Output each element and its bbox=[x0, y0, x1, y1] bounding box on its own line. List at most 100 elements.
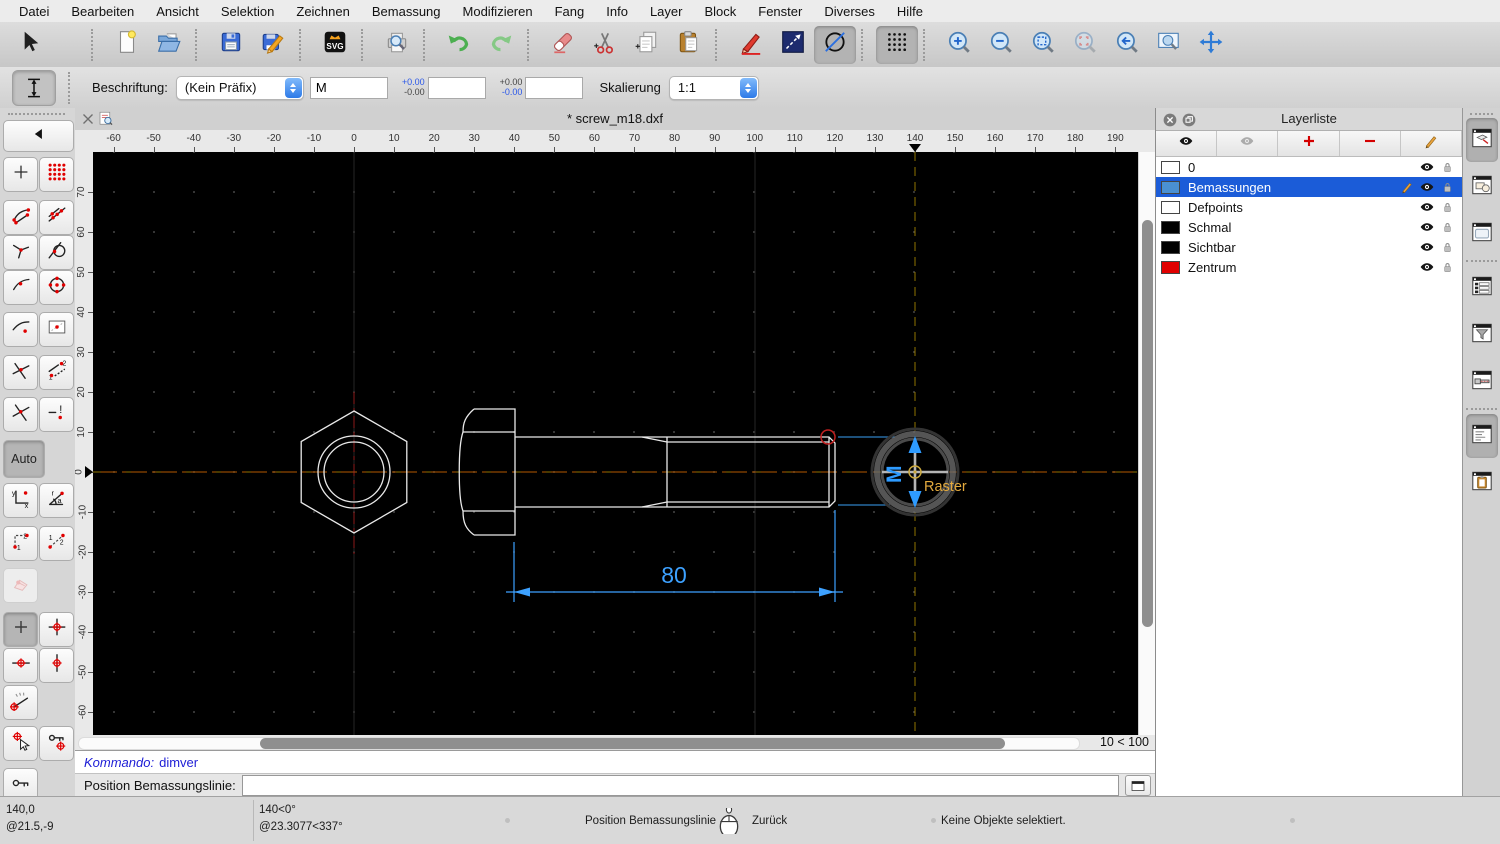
menu-info[interactable]: Info bbox=[595, 4, 639, 19]
lock-relative-zero-button[interactable] bbox=[39, 726, 74, 761]
zoom-out-button[interactable] bbox=[980, 26, 1022, 64]
menu-datei[interactable]: Datei bbox=[8, 4, 60, 19]
selection-arrow-button[interactable] bbox=[8, 26, 50, 64]
set-relative-zero-button[interactable] bbox=[3, 726, 38, 761]
dimension-text-input[interactable] bbox=[309, 76, 388, 99]
remove-layer-button[interactable] bbox=[1340, 131, 1401, 156]
layer-row[interactable]: Defpoints bbox=[1156, 197, 1462, 217]
snap-intersection-manual-button[interactable]: 12 bbox=[39, 355, 74, 390]
layer-row[interactable]: 0 bbox=[1156, 157, 1462, 177]
library-browser-panel-toggle-button[interactable] bbox=[1466, 360, 1498, 404]
save-button[interactable] bbox=[210, 26, 252, 64]
layer-lock-icon[interactable] bbox=[1437, 220, 1457, 235]
paste-button[interactable] bbox=[668, 26, 710, 64]
layer-color-swatch[interactable] bbox=[1161, 240, 1180, 254]
restrict-none-button[interactable] bbox=[3, 612, 38, 647]
restrict-horizontal-button[interactable] bbox=[3, 648, 38, 683]
menu-zeichnen[interactable]: Zeichnen bbox=[285, 4, 360, 19]
layer-lock-icon[interactable] bbox=[1437, 200, 1457, 215]
command-input[interactable] bbox=[241, 775, 1119, 796]
zoom-window-button[interactable] bbox=[1148, 26, 1190, 64]
snap-grid-button[interactable] bbox=[39, 157, 74, 192]
new-file-button[interactable] bbox=[106, 26, 148, 64]
layer-color-swatch[interactable] bbox=[1161, 200, 1180, 214]
prefix-select[interactable]: (Kein Präfix) bbox=[175, 75, 304, 100]
scale-select[interactable]: 1:1 bbox=[668, 75, 759, 100]
snap-reference-button[interactable] bbox=[39, 312, 74, 347]
layer-list-panel-toggle-button[interactable] bbox=[1465, 118, 1498, 162]
menu-diverses[interactable]: Diverses bbox=[813, 4, 886, 19]
eraser-button[interactable] bbox=[542, 26, 584, 64]
snap-endpoints-button[interactable] bbox=[3, 200, 38, 235]
layer-visibility-icon[interactable] bbox=[1417, 259, 1437, 275]
cut-button[interactable] bbox=[584, 26, 626, 64]
layer-visibility-icon[interactable] bbox=[1417, 219, 1437, 235]
menu-hilfe[interactable]: Hilfe bbox=[886, 4, 934, 19]
menu-bearbeiten[interactable]: Bearbeiten bbox=[60, 4, 145, 19]
menu-selektion[interactable]: Selektion bbox=[210, 4, 285, 19]
layer-row[interactable]: Sichtbar bbox=[1156, 237, 1462, 257]
layer-color-swatch[interactable] bbox=[1161, 220, 1180, 234]
open-file-button[interactable] bbox=[148, 26, 190, 64]
hide-all-layers-button[interactable] bbox=[1217, 131, 1279, 156]
restrict-vertical-button[interactable] bbox=[39, 648, 74, 683]
snap-distance-button[interactable] bbox=[3, 312, 38, 347]
layer-lock-icon[interactable] bbox=[1437, 240, 1457, 255]
coord-polar-button[interactable]: ra bbox=[39, 483, 74, 518]
svg-export-button[interactable]: SVG bbox=[314, 26, 356, 64]
layer-lock-icon[interactable] bbox=[1437, 160, 1457, 175]
zoom-previous-button[interactable] bbox=[1106, 26, 1148, 64]
edit-layer-button[interactable] bbox=[1401, 131, 1463, 156]
snap-center-button[interactable] bbox=[39, 270, 74, 305]
print-preview-button[interactable] bbox=[376, 26, 418, 64]
entity-snap-button[interactable] bbox=[3, 568, 38, 603]
coord-rel-polar-button[interactable]: 12 bbox=[39, 526, 74, 561]
menu-bemassung[interactable]: Bemassung bbox=[361, 4, 452, 19]
layer-color-swatch[interactable] bbox=[1161, 260, 1180, 274]
cad-canvas[interactable]: 80 M Raster bbox=[93, 152, 1138, 735]
copy-button[interactable] bbox=[626, 26, 668, 64]
snap-on-entity-button[interactable] bbox=[39, 200, 74, 235]
command-line-panel-toggle-button[interactable] bbox=[1465, 414, 1498, 458]
menu-block[interactable]: Block bbox=[693, 4, 747, 19]
layer-row[interactable]: Schmal bbox=[1156, 217, 1462, 237]
draw-pencil-button[interactable] bbox=[730, 26, 772, 64]
menu-layer[interactable]: Layer bbox=[639, 4, 694, 19]
grid-toggle-button[interactable] bbox=[876, 25, 918, 64]
snap-intersection-button[interactable] bbox=[3, 355, 38, 390]
snap-cross-button[interactable] bbox=[3, 397, 38, 432]
layer-color-swatch[interactable] bbox=[1161, 160, 1180, 174]
layer-row[interactable]: Bemassungen bbox=[1156, 177, 1462, 197]
circle-tool-button[interactable] bbox=[814, 25, 856, 64]
snap-exclude-button[interactable]: ! bbox=[39, 397, 74, 432]
vertical-scrollbar-thumb[interactable] bbox=[1142, 220, 1153, 627]
restrict-angle-button[interactable] bbox=[3, 685, 38, 720]
layer-visibility-icon[interactable] bbox=[1417, 179, 1437, 195]
horizontal-scrollbar-thumb[interactable] bbox=[260, 738, 1005, 749]
zoom-in-button[interactable] bbox=[938, 26, 980, 64]
menu-fang[interactable]: Fang bbox=[544, 4, 596, 19]
layer-color-swatch[interactable] bbox=[1161, 180, 1180, 194]
selection-list-panel-toggle-button[interactable] bbox=[1466, 266, 1498, 310]
coord-rel-cartesian-button[interactable]: 12 bbox=[3, 526, 38, 561]
save-as-button[interactable] bbox=[252, 26, 294, 64]
layer-lock-icon[interactable] bbox=[1437, 260, 1457, 275]
menu-ansicht[interactable]: Ansicht bbox=[145, 4, 210, 19]
snap-free-button[interactable] bbox=[3, 157, 38, 192]
snap-middle-button[interactable] bbox=[3, 270, 38, 305]
tolerance-upper-input[interactable] bbox=[427, 76, 486, 99]
layer-visibility-icon[interactable] bbox=[1417, 159, 1437, 175]
block-list-panel-toggle-button[interactable] bbox=[1466, 165, 1498, 209]
zoom-selection-button[interactable] bbox=[1064, 26, 1106, 64]
vertical-scrollbar[interactable] bbox=[1138, 152, 1156, 735]
menu-fenster[interactable]: Fenster bbox=[747, 4, 813, 19]
restrict-orthogonal-button[interactable] bbox=[39, 612, 74, 647]
layer-visibility-icon[interactable] bbox=[1417, 199, 1437, 215]
dimension-vertical-tool-button[interactable] bbox=[12, 69, 56, 106]
tolerance-lower-input[interactable] bbox=[525, 76, 584, 99]
selection-filter-panel-toggle-button[interactable] bbox=[1466, 313, 1498, 357]
property-editor-panel-toggle-button[interactable] bbox=[1466, 212, 1498, 256]
horizontal-scrollbar[interactable] bbox=[78, 737, 1080, 750]
pan-button[interactable] bbox=[1190, 26, 1232, 64]
layer-row[interactable]: Zentrum bbox=[1156, 257, 1462, 277]
